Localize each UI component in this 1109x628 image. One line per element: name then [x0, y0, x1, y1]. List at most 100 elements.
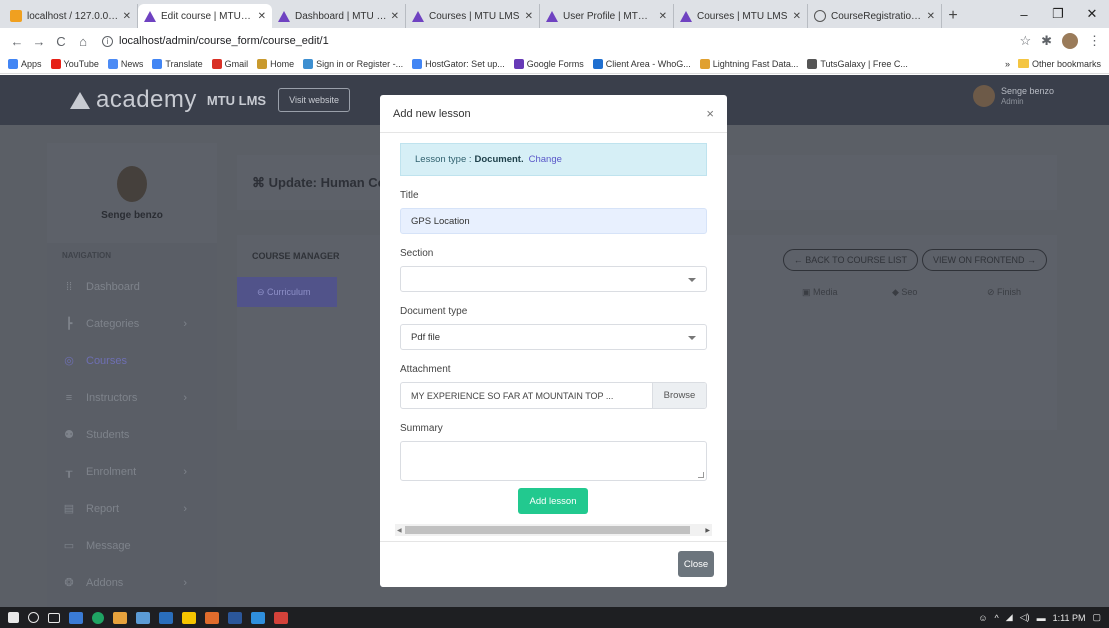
store-icon[interactable]	[136, 611, 150, 624]
user-menu[interactable]: Senge benzo Admin	[972, 85, 1054, 107]
sidebar-item-students[interactable]: ⚉ Students	[47, 416, 217, 453]
document-type-select[interactable]: Pdf file	[400, 324, 707, 350]
more-bookmarks-icon[interactable]: »	[1005, 59, 1010, 69]
app-icon[interactable]	[205, 611, 219, 624]
nav-heading: NAVIGATION	[62, 251, 112, 260]
scroll-right-icon[interactable]: ▶	[705, 527, 710, 534]
bookmark-item[interactable]: Translate	[152, 58, 203, 69]
files-icon[interactable]	[113, 611, 127, 624]
people-icon[interactable]: ☺	[978, 613, 987, 623]
info-icon[interactable]: i	[102, 35, 113, 47]
minimize-icon[interactable]: –	[1007, 0, 1041, 28]
bookmark-item[interactable]: Sign in or Register -...	[303, 58, 403, 69]
sidebar-item-enrolment[interactable]: ┰ Enrolment ›	[47, 453, 217, 490]
sidebar-item-dashboard[interactable]: ⁞⁞ Dashboard	[47, 268, 217, 305]
close-tab-icon[interactable]: ✕	[793, 11, 801, 22]
bookmark-item[interactable]: Google Forms	[513, 58, 584, 69]
forward-arrow-icon[interactable]: →	[30, 34, 48, 49]
task-view-icon[interactable]	[48, 612, 60, 623]
horizontal-scrollbar[interactable]: ◀ ▶	[395, 524, 712, 536]
reload-icon[interactable]: C	[52, 34, 70, 49]
close-icon[interactable]: ×	[706, 106, 714, 121]
tab-curriculum[interactable]: ⊖ Curriculum	[237, 277, 337, 307]
logo[interactable]: academy MTU LMS	[70, 86, 266, 114]
bookmark-item[interactable]: HostGator: Set up...	[412, 58, 505, 69]
bookmark-item[interactable]: Home	[257, 58, 294, 69]
sidebar-item-courses[interactable]: ◎ Courses	[47, 342, 217, 379]
mail-icon[interactable]	[159, 611, 173, 624]
restore-icon[interactable]: ❐	[1041, 0, 1075, 28]
sidebar-item-message[interactable]: ▭ Message	[47, 527, 217, 564]
browser-tab[interactable]: CourseRegistration AKP ✕	[808, 4, 942, 28]
title-input[interactable]: GPS Location	[400, 208, 707, 234]
tab-finish[interactable]: ⊘ Finish	[967, 277, 1057, 307]
tab-media[interactable]: ▣ Media	[782, 277, 872, 307]
extensions-icon[interactable]: ✱	[1041, 33, 1052, 49]
back-to-course-list-button[interactable]: ← BACK TO COURSE LIST	[782, 249, 918, 271]
section-select[interactable]	[400, 266, 707, 292]
lesson-type-value: Document.	[474, 154, 524, 165]
browser-tab[interactable]: localhost / 127.0.0.1 / m ✕	[4, 4, 138, 28]
vscode-icon[interactable]	[251, 611, 265, 624]
windows-start-icon[interactable]	[8, 612, 19, 623]
browse-button[interactable]: Browse	[652, 383, 706, 408]
modal-title: Add new lesson	[393, 107, 471, 120]
attachment-file-input[interactable]: MY EXPERIENCE SO FAR AT MOUNTAIN TOP ...…	[400, 382, 707, 409]
tab-seo[interactable]: ◆ Seo	[872, 277, 967, 307]
profile-avatar[interactable]	[1062, 33, 1078, 49]
bookmark-item[interactable]: Client Area - WhoG...	[592, 58, 691, 69]
close-tab-icon[interactable]: ✕	[659, 11, 667, 22]
notes-icon[interactable]	[182, 611, 196, 624]
scroll-left-icon[interactable]: ◀	[397, 527, 402, 534]
bookmark-item[interactable]: Apps	[8, 58, 42, 69]
bookmark-item[interactable]: News	[107, 58, 143, 69]
bookmark-item[interactable]: YouTube	[50, 58, 99, 69]
word-icon[interactable]	[228, 611, 242, 624]
close-tab-icon[interactable]: ✕	[258, 11, 266, 22]
summary-textarea[interactable]	[400, 441, 707, 481]
new-tab-button[interactable]: +	[942, 4, 964, 28]
close-tab-icon[interactable]: ✕	[391, 11, 399, 22]
network-icon[interactable]: ◢	[1006, 612, 1013, 623]
sidebar-item-report[interactable]: ▤ Report ›	[47, 490, 217, 527]
sidebar-item-categories[interactable]: ┣ Categories ›	[47, 305, 217, 342]
view-on-frontend-button[interactable]: VIEW ON FRONTEND →	[922, 249, 1047, 271]
tab-label: Seo	[901, 287, 918, 297]
tray-chevron-icon[interactable]: ^	[995, 613, 999, 623]
browser-tab[interactable]: Courses | MTU LMS ✕	[406, 4, 540, 28]
resize-grip-icon[interactable]	[698, 472, 704, 478]
document-type-label: Document type	[400, 306, 468, 317]
bookmark-item[interactable]: Lightning Fast Data...	[699, 58, 798, 69]
sidebar-item-addons[interactable]: ❂ Addons ›	[47, 564, 217, 601]
bookmark-item[interactable]: TutsGalaxy | Free C...	[807, 58, 908, 69]
close-window-icon[interactable]: ✕	[1075, 0, 1109, 28]
bookmark-item[interactable]: Gmail	[211, 58, 248, 69]
close-tab-icon[interactable]: ✕	[927, 11, 935, 22]
language-icon[interactable]: ▬	[1037, 613, 1046, 623]
sidebar-item-instructors[interactable]: ≡ Instructors ›	[47, 379, 217, 416]
back-arrow-icon[interactable]: ←	[8, 34, 26, 49]
star-icon[interactable]: ☆	[1019, 33, 1031, 49]
url-field[interactable]: i localhost/admin/course_form/course_edi…	[96, 31, 1019, 51]
paint-icon[interactable]	[274, 611, 288, 624]
close-tab-icon[interactable]: ✕	[123, 11, 131, 22]
browser-tab[interactable]: User Profile | MTU LMS ✕	[540, 4, 674, 28]
menu-icon[interactable]: ⋮	[1088, 33, 1101, 49]
browser-tab[interactable]: Courses | MTU LMS ✕	[674, 4, 808, 28]
chrome-icon[interactable]	[92, 611, 104, 624]
explorer-icon[interactable]	[69, 611, 83, 624]
close-tab-icon[interactable]: ✕	[525, 11, 533, 22]
search-icon[interactable]	[28, 612, 39, 623]
browser-tab-active[interactable]: Edit course | MTU LMS ✕	[138, 4, 272, 28]
notifications-icon[interactable]: ▢	[1092, 612, 1101, 623]
home-icon[interactable]: ⌂	[74, 34, 92, 49]
close-button[interactable]: Close	[678, 551, 714, 577]
scrollbar-thumb[interactable]	[405, 526, 690, 534]
change-lesson-type-link[interactable]: Change	[529, 154, 562, 165]
clock[interactable]: 1:11 PM	[1053, 613, 1086, 623]
volume-icon[interactable]: ◁)	[1020, 612, 1030, 623]
other-bookmarks[interactable]: Other bookmarks	[1017, 59, 1101, 69]
browser-tab[interactable]: Dashboard | MTU LMS ✕	[272, 4, 406, 28]
visit-website-button[interactable]: Visit website	[278, 88, 350, 112]
add-lesson-button[interactable]: Add lesson	[518, 488, 588, 514]
